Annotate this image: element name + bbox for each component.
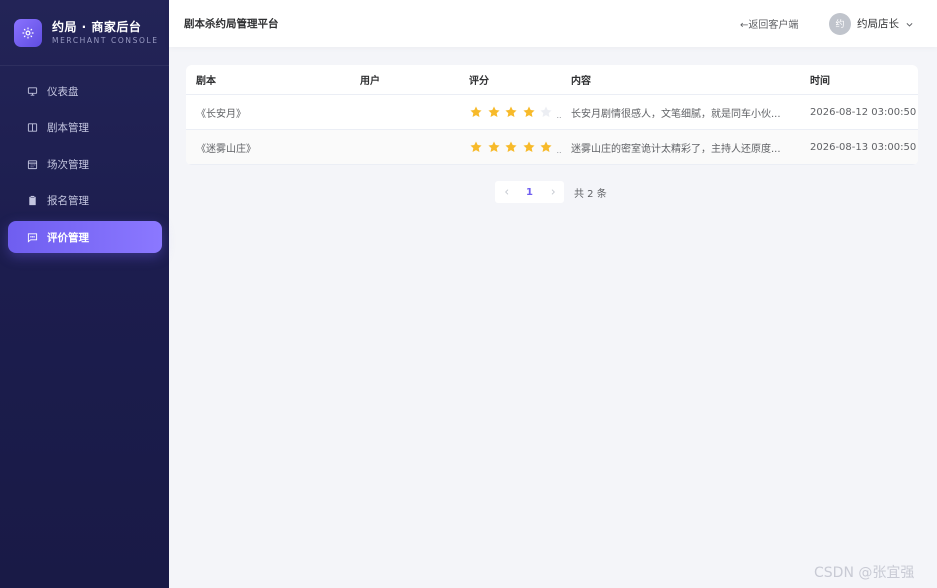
star-filled-icon bbox=[522, 106, 535, 118]
content-text: 迷雾山庄的密室诡计太精彩了，主持人还原度... bbox=[571, 143, 781, 155]
content-text: 长安月剧情很感人，文笔细腻，就是同车小伙... bbox=[571, 108, 781, 120]
sidebar-item-scripts[interactable]: 剧本管理 bbox=[8, 111, 162, 143]
monitor-icon bbox=[26, 85, 38, 97]
star-filled-icon bbox=[487, 106, 500, 118]
column-header-rating: 评分 bbox=[469, 76, 489, 87]
top-header: 剧本杀约局管理平台 ←返回客户端 约 约局店长 bbox=[169, 0, 937, 47]
pager: 1 bbox=[495, 181, 564, 203]
next-page-icon[interactable] bbox=[541, 181, 564, 203]
avatar: 约 bbox=[829, 12, 851, 35]
star-filled-icon bbox=[522, 141, 535, 153]
sidebar-item-label: 报名管理 bbox=[47, 194, 89, 207]
column-header-script: 剧本 bbox=[196, 76, 216, 87]
cell-rating: .. bbox=[469, 130, 569, 164]
star-filled-icon bbox=[505, 106, 517, 118]
sidebar-item-label: 场次管理 bbox=[47, 158, 89, 171]
cell-script: 《迷雾山庄》 bbox=[196, 143, 256, 155]
sidebar-item-sessions[interactable]: 场次管理 bbox=[8, 148, 162, 180]
total-count: 共 2 条 bbox=[574, 188, 607, 200]
rating-stars bbox=[469, 140, 557, 154]
brand: 约局 · 商家后台 MERCHANT CONSOLE bbox=[0, 0, 169, 66]
brand-subtitle: MERCHANT CONSOLE bbox=[52, 36, 159, 46]
rating-stars bbox=[469, 105, 557, 119]
brand-logo-icon bbox=[14, 18, 42, 47]
cell-content: 长安月剧情很感人，文笔细腻，就是同车小伙... bbox=[571, 95, 791, 129]
calendar-icon bbox=[26, 158, 38, 170]
pagination: 1 共 2 条 bbox=[495, 181, 607, 203]
sidebar-item-label: 仪表盘 bbox=[47, 85, 79, 98]
cell-time: 2026-08-13 03:00:50 bbox=[810, 141, 917, 153]
star-filled-icon bbox=[470, 141, 482, 153]
column-header-content: 内容 bbox=[571, 76, 591, 87]
app-root: 约局 · 商家后台 MERCHANT CONSOLE 仪表盘 剧本管理 场次管理… bbox=[0, 0, 937, 588]
chevron-down-icon bbox=[905, 14, 914, 33]
sidebar-item-dashboard[interactable]: 仪表盘 bbox=[8, 75, 162, 107]
cell-user bbox=[360, 130, 460, 164]
sidebar: 约局 · 商家后台 MERCHANT CONSOLE 仪表盘 剧本管理 场次管理… bbox=[0, 0, 169, 588]
user-menu[interactable]: 约 约局店长 bbox=[829, 12, 914, 35]
cell-content: 迷雾山庄的密室诡计太精彩了，主持人还原度... bbox=[571, 130, 791, 164]
column-header-user: 用户 bbox=[360, 76, 380, 87]
sidebar-item-label: 评价管理 bbox=[47, 231, 89, 244]
star-empty-icon bbox=[540, 106, 552, 118]
prev-page-icon[interactable] bbox=[495, 181, 518, 203]
table-row: 《迷雾山庄》 .. 迷雾山庄的密室诡计太精彩了，主持人还原度... 2026-0… bbox=[186, 130, 918, 165]
back-to-client-link[interactable]: ←返回客户端 bbox=[740, 16, 798, 31]
sidebar-item-label: 剧本管理 bbox=[47, 121, 89, 134]
sidebar-item-signups[interactable]: 报名管理 bbox=[8, 184, 162, 216]
star-filled-icon bbox=[540, 141, 552, 153]
user-name: 约局店长 bbox=[857, 18, 899, 30]
column-header-time: 时间 bbox=[810, 76, 830, 87]
page-title: 剧本杀约局管理平台 bbox=[184, 18, 279, 30]
cell-user bbox=[360, 95, 460, 129]
rating-overflow: .. bbox=[556, 145, 562, 155]
cell-rating: .. bbox=[469, 95, 569, 129]
star-filled-icon bbox=[487, 141, 500, 153]
star-filled-icon bbox=[470, 106, 482, 118]
book-icon bbox=[26, 121, 38, 133]
cell-script: 《长安月》 bbox=[196, 108, 246, 120]
cell-time: 2026-08-12 03:00:50 bbox=[810, 106, 917, 118]
rating-overflow: .. bbox=[556, 110, 562, 120]
sidebar-item-reviews[interactable]: 评价管理 bbox=[8, 221, 162, 253]
clipboard-icon bbox=[26, 194, 38, 206]
reviews-table: 剧本 用户 评分 内容 时间 《长安月》 .. 长安月剧情很感人，文笔细腻，就是… bbox=[186, 65, 918, 165]
brand-title: 约局 · 商家后台 bbox=[52, 19, 142, 34]
page-number[interactable]: 1 bbox=[518, 181, 541, 203]
table-header: 剧本 用户 评分 内容 时间 bbox=[186, 65, 918, 95]
table-row: 《长安月》 .. 长安月剧情很感人，文笔细腻，就是同车小伙... 2026-08… bbox=[186, 95, 918, 130]
chat-icon bbox=[26, 231, 38, 243]
watermark: CSDN @张宜强 bbox=[814, 565, 915, 581]
star-filled-icon bbox=[505, 141, 517, 153]
